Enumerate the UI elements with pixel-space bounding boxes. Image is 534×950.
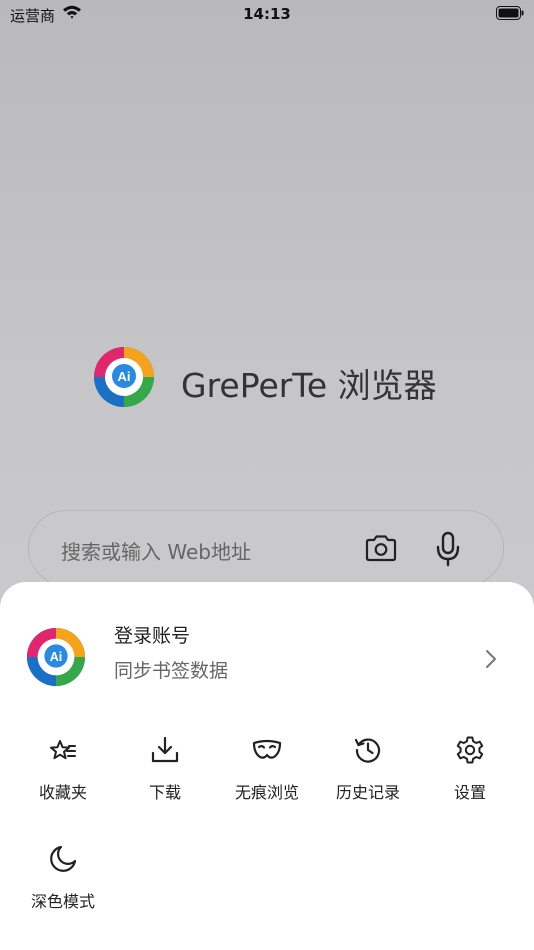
mask-icon	[252, 739, 282, 759]
history-icon	[354, 738, 381, 763]
gear-icon	[456, 736, 484, 764]
svg-text:Ai: Ai	[118, 369, 131, 384]
battery-icon	[496, 6, 524, 20]
menu-item-incognito[interactable]: 无痕浏览	[216, 735, 318, 815]
menu-item-label: 历史记录	[335, 783, 400, 802]
menu-item-label: 收藏夹	[38, 783, 87, 802]
menu-item-label: 下载	[148, 783, 181, 802]
menu-item-settings[interactable]: 设置	[419, 735, 521, 815]
moon-icon	[50, 845, 77, 872]
account-avatar-icon: Ai	[26, 627, 86, 687]
download-icon	[151, 736, 179, 763]
camera-icon[interactable]	[364, 533, 398, 563]
brand-name: GrePerTe 浏览器	[181, 366, 437, 405]
menu-item-label: 无痕浏览	[234, 783, 299, 802]
home-brand: Ai GrePerTe 浏览器	[92, 345, 452, 409]
menu-item-favorites[interactable]: 收藏夹	[12, 735, 114, 815]
search-bar[interactable]: 搜索或输入 Web地址	[28, 510, 504, 586]
status-time: 14:13	[243, 5, 291, 23]
status-bar: 运营商 14:13	[0, 0, 534, 28]
star-list-icon	[50, 740, 76, 760]
menu-item-downloads[interactable]: 下载	[114, 735, 216, 815]
chevron-right-icon	[486, 650, 496, 668]
menu-item-label: 深色模式	[30, 892, 95, 911]
menu-item-label: 设置	[453, 783, 486, 802]
menu-item-dark-mode[interactable]: 深色模式	[12, 844, 114, 924]
account-title: 登录账号	[114, 625, 191, 647]
menu-item-history[interactable]: 历史记录	[317, 735, 419, 815]
search-placeholder: 搜索或输入 Web地址	[61, 540, 251, 564]
menu-sheet: Ai 登录账号 同步书签数据 收藏夹 下载 无痕浏览 历史记录 设置 深色模式	[0, 582, 534, 950]
account-subtitle: 同步书签数据	[114, 660, 229, 682]
svg-text:Ai: Ai	[50, 650, 63, 664]
account-row[interactable]: Ai 登录账号 同步书签数据	[0, 582, 534, 702]
browser-logo-icon: Ai	[94, 347, 154, 407]
microphone-icon[interactable]	[433, 531, 463, 567]
